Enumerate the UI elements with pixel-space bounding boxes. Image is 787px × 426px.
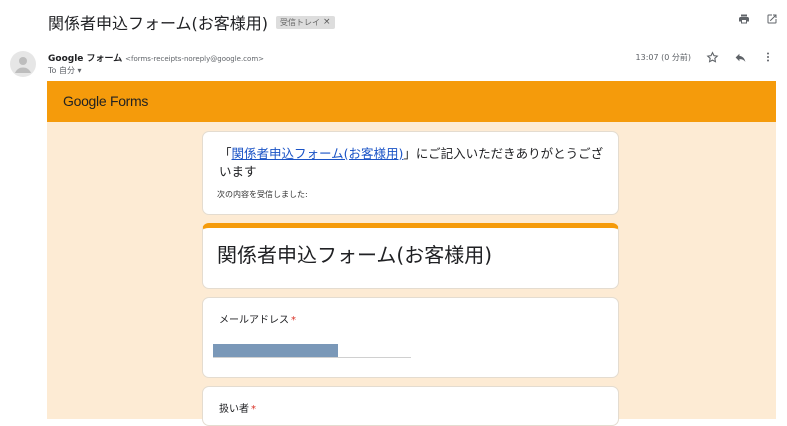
required-marker: * — [251, 404, 256, 415]
reply-icon[interactable] — [733, 50, 747, 64]
sender-email: <forms-receipts-noreply@google.com> — [125, 55, 265, 63]
question-text: メールアドレス — [219, 315, 289, 326]
email-subject: 関係者申込フォーム(お客様用) — [48, 14, 269, 33]
question-card: 扱い者 * — [202, 386, 619, 426]
star-icon[interactable] — [705, 50, 719, 64]
question-card: メールアドレス * — [202, 297, 619, 378]
inbox-label-chip[interactable]: 受信トレイ × — [276, 15, 335, 29]
redacted-answer — [213, 344, 338, 358]
recipient-details[interactable]: To 自分 ▾ — [48, 65, 82, 76]
google-forms-logo: Google Forms — [63, 93, 148, 109]
sender-name[interactable]: Google フォーム — [48, 54, 122, 64]
message-meta: 13:07 (0 分前) — [636, 50, 775, 64]
answer-underline — [213, 357, 411, 358]
question-label: メールアドレス * — [219, 311, 296, 326]
email-subject-row: 関係者申込フォーム(お客様用) 受信トレイ × — [48, 10, 335, 34]
open-in-new-icon[interactable] — [765, 12, 779, 26]
top-actions — [737, 12, 779, 26]
logo-google: Google — [63, 93, 107, 109]
form-title: 関係者申込フォーム(お客様用) — [217, 243, 493, 267]
form-title-card: 関係者申込フォーム(お客様用) — [202, 223, 619, 289]
required-marker: * — [291, 315, 296, 326]
forms-header-bar: Google Forms — [47, 81, 776, 122]
message-time: 13:07 (0 分前) — [635, 52, 691, 62]
intro-text: 「関係者申込フォーム(お客様用)」にご記入いただきありがとうございます — [219, 145, 611, 181]
logo-forms: Forms — [106, 93, 149, 109]
open-quote: 「 — [219, 146, 232, 161]
intro-card: 「関係者申込フォーム(お客様用)」にご記入いただきありがとうございます 次の内容… — [202, 131, 619, 215]
question-label: 扱い者 * — [219, 400, 256, 415]
print-icon[interactable] — [737, 12, 751, 26]
avatar-icon — [10, 51, 36, 77]
inbox-label-text: 受信トレイ — [280, 17, 321, 27]
sender-info: Google フォーム <forms-receipts-noreply@goog… — [48, 51, 264, 64]
form-link[interactable]: 関係者申込フォーム(お客様用) — [232, 146, 404, 161]
received-text: 次の内容を受信しました: — [217, 190, 308, 199]
more-vert-icon[interactable] — [761, 50, 775, 64]
remove-label-icon[interactable]: × — [323, 17, 331, 27]
question-text: 扱い者 — [219, 404, 249, 415]
